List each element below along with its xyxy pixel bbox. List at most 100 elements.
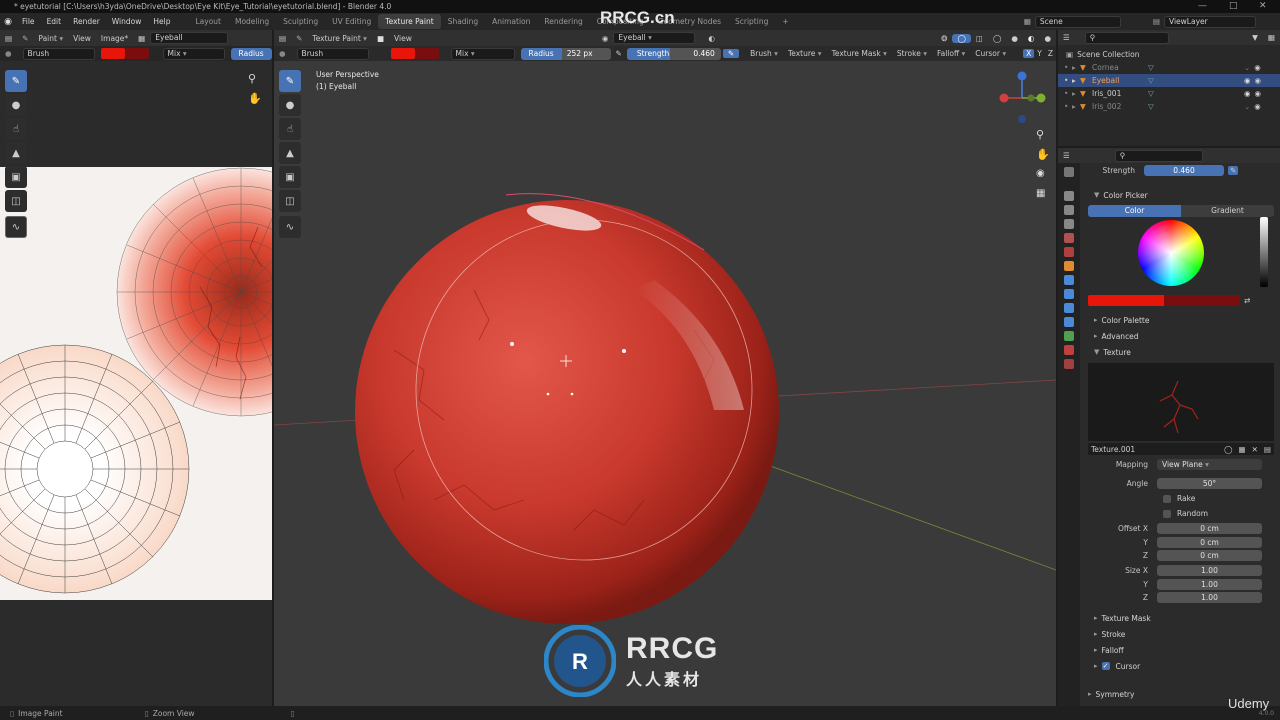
data-tab-icon[interactable] xyxy=(1064,331,1074,341)
tab-animation[interactable]: Animation xyxy=(485,14,537,29)
offset-z-field[interactable]: 0 cm xyxy=(1157,550,1262,561)
visibility-icon[interactable]: ◉ xyxy=(1244,89,1251,98)
cursor-checkbox[interactable]: ✓ xyxy=(1101,662,1110,670)
texture-mask-menu[interactable]: Texture Mask xyxy=(827,49,892,58)
scene-collection-row[interactable]: ▣ Scene Collection xyxy=(1058,48,1280,61)
outliner-row-cornea[interactable]: • ▸ ▼ Cornea ▽ ⌄ ◉ xyxy=(1058,61,1280,74)
outliner-search-field[interactable]: ⚲ xyxy=(1084,31,1169,44)
duplicate-icon[interactable]: ▦ xyxy=(1236,445,1249,454)
view-layer-field[interactable]: ViewLayer xyxy=(1164,15,1256,28)
cursor-menu[interactable]: Cursor xyxy=(970,49,1011,58)
tool-tab-icon[interactable] xyxy=(1064,167,1074,177)
menu-window[interactable]: Window xyxy=(106,17,148,26)
menu-help[interactable]: Help xyxy=(147,17,176,26)
angle-field[interactable]: 50° xyxy=(1157,478,1262,489)
brush-field[interactable]: Brush xyxy=(22,47,95,60)
tab-sculpting[interactable]: Sculpting xyxy=(276,14,325,29)
modifier-tab-icon[interactable] xyxy=(1064,275,1074,285)
shading-wireframe-icon[interactable]: ◯ xyxy=(988,34,1006,43)
minimize-icon[interactable]: — xyxy=(1198,0,1207,13)
outliner-row-eyeball[interactable]: • ▸ ▼ Eyeball ▽ ◉ ◉ xyxy=(1058,74,1280,87)
stroke-menu[interactable]: Stroke xyxy=(892,49,932,58)
navigation-gizmo[interactable] xyxy=(994,70,1050,126)
soften-tool-icon[interactable]: ● xyxy=(5,94,27,116)
camera-icon[interactable]: ◉ xyxy=(1254,102,1261,111)
texture-section[interactable]: ▼ Texture xyxy=(1084,344,1280,360)
smear-tool-icon[interactable]: ☝ xyxy=(5,118,27,140)
texture-mask-section[interactable]: ▸ Texture Mask xyxy=(1084,610,1280,626)
tab-uv-editing[interactable]: UV Editing xyxy=(325,14,378,29)
image-menu[interactable]: Image* xyxy=(96,34,133,43)
tab-texture-paint[interactable]: Texture Paint xyxy=(378,14,441,29)
properties-strength-pressure-icon[interactable]: ✎ xyxy=(1228,166,1239,175)
outliner-row-iris-001[interactable]: • ▸ ▼ Iris_001 ▽ ◉ ◉ xyxy=(1058,87,1280,100)
paint-mask-toggle-icon[interactable]: ■ xyxy=(372,34,389,43)
visibility-icon[interactable]: ◉ xyxy=(1244,76,1251,85)
clone-tool-icon[interactable]: ▲ xyxy=(5,142,27,164)
unlink-icon[interactable]: ✕ xyxy=(1249,445,1261,454)
properties-strength-field[interactable]: 0.460 xyxy=(1144,165,1224,176)
viewport-secondary-color[interactable] xyxy=(414,48,439,59)
menu-edit[interactable]: Edit xyxy=(41,17,68,26)
tab-shading[interactable]: Shading xyxy=(441,14,485,29)
tab-gradient[interactable]: Gradient xyxy=(1181,205,1274,217)
shading-rendered-icon[interactable]: ● xyxy=(1039,34,1056,43)
camera-icon[interactable]: ◉ xyxy=(1254,63,1261,72)
mask-tool-icon[interactable]: ◫ xyxy=(5,190,27,212)
render-tab-icon[interactable] xyxy=(1064,191,1074,201)
falloff-section[interactable]: ▸ Falloff xyxy=(1084,642,1280,658)
mode-dropdown[interactable]: Paint xyxy=(33,34,68,43)
particles-tab-icon[interactable] xyxy=(1064,289,1074,299)
value-slider[interactable] xyxy=(1260,217,1268,287)
fake-user-icon[interactable]: ◯ xyxy=(1221,445,1235,454)
advanced-section[interactable]: ▸ Advanced xyxy=(1084,328,1280,344)
secondary-color-swatch[interactable] xyxy=(124,48,149,59)
tab-scripting[interactable]: Scripting xyxy=(728,14,775,29)
tab-color[interactable]: Color xyxy=(1088,205,1181,217)
falloff-menu[interactable]: Falloff xyxy=(932,49,970,58)
menu-file[interactable]: File xyxy=(16,17,41,26)
primary-color-swatch[interactable] xyxy=(100,48,125,59)
mirror-y-toggle[interactable]: Y xyxy=(1034,49,1045,58)
properties-primary-color[interactable] xyxy=(1088,295,1164,306)
vp-mask-tool-icon[interactable]: ◫ xyxy=(279,190,301,212)
tab-modeling[interactable]: Modeling xyxy=(228,14,276,29)
vp-camera-icon[interactable]: ◉ xyxy=(1036,168,1045,179)
object-dropdown[interactable]: Eyeball xyxy=(613,32,696,44)
output-tab-icon[interactable] xyxy=(1064,205,1074,215)
random-checkbox[interactable] xyxy=(1163,509,1171,518)
overlay-toggle-icon[interactable]: ◯ xyxy=(952,33,971,43)
camera-icon[interactable]: ◉ xyxy=(1255,89,1262,98)
view-layer-tab-icon[interactable] xyxy=(1064,219,1074,229)
radius-pressure-icon[interactable]: ✎ xyxy=(611,49,627,58)
properties-search-field[interactable]: ⚲ xyxy=(1114,149,1203,162)
size-x-field[interactable]: 1.00 xyxy=(1157,565,1262,576)
offset-x-field[interactable]: 0 cm xyxy=(1157,523,1262,534)
view-menu[interactable]: View xyxy=(68,34,96,43)
cursor-section[interactable]: ▸ ✓ Cursor xyxy=(1084,658,1280,674)
xray-toggle-icon[interactable]: ◫ xyxy=(971,34,988,43)
3d-viewport[interactable]: ▤ ✎ Texture Paint ■ View ◉ Eyeball ◐ ❂ ◯… xyxy=(274,30,1056,706)
size-y-field[interactable]: 1.00 xyxy=(1157,578,1262,590)
mirror-x-toggle[interactable]: X xyxy=(1023,49,1035,58)
image-browse-icon[interactable]: ▦ xyxy=(133,34,150,43)
world-tab-icon[interactable] xyxy=(1064,247,1074,257)
gizmo-toggle-icon[interactable]: ❂ xyxy=(936,34,952,43)
mapping-dropdown[interactable]: View Plane xyxy=(1157,459,1262,470)
vp-smear-tool-icon[interactable]: ☝ xyxy=(279,118,301,140)
vp-pan-icon[interactable]: ✋ xyxy=(1036,148,1050,161)
add-workspace-icon[interactable]: + xyxy=(775,14,795,29)
viewport-radius-slider[interactable]: Radius 252 px xyxy=(520,47,611,60)
viewport-view-menu[interactable]: View xyxy=(389,34,417,43)
rake-checkbox[interactable] xyxy=(1163,494,1171,503)
vp-zoom-icon[interactable]: ⚲ xyxy=(1036,128,1044,141)
brush-menu[interactable]: Brush xyxy=(745,49,783,58)
random-row[interactable]: Random xyxy=(1084,507,1280,520)
vp-annotate-tool-icon[interactable]: ∿ xyxy=(279,216,301,238)
mirror-z-toggle[interactable]: Z xyxy=(1045,49,1056,58)
uv-image-canvas[interactable] xyxy=(0,167,272,600)
texture-name-field[interactable]: Texture.001 xyxy=(1088,445,1221,454)
vp-soften-tool-icon[interactable]: ● xyxy=(279,94,301,116)
radius-field[interactable]: Radius xyxy=(230,47,272,60)
tab-layout[interactable]: Layout xyxy=(188,14,228,29)
